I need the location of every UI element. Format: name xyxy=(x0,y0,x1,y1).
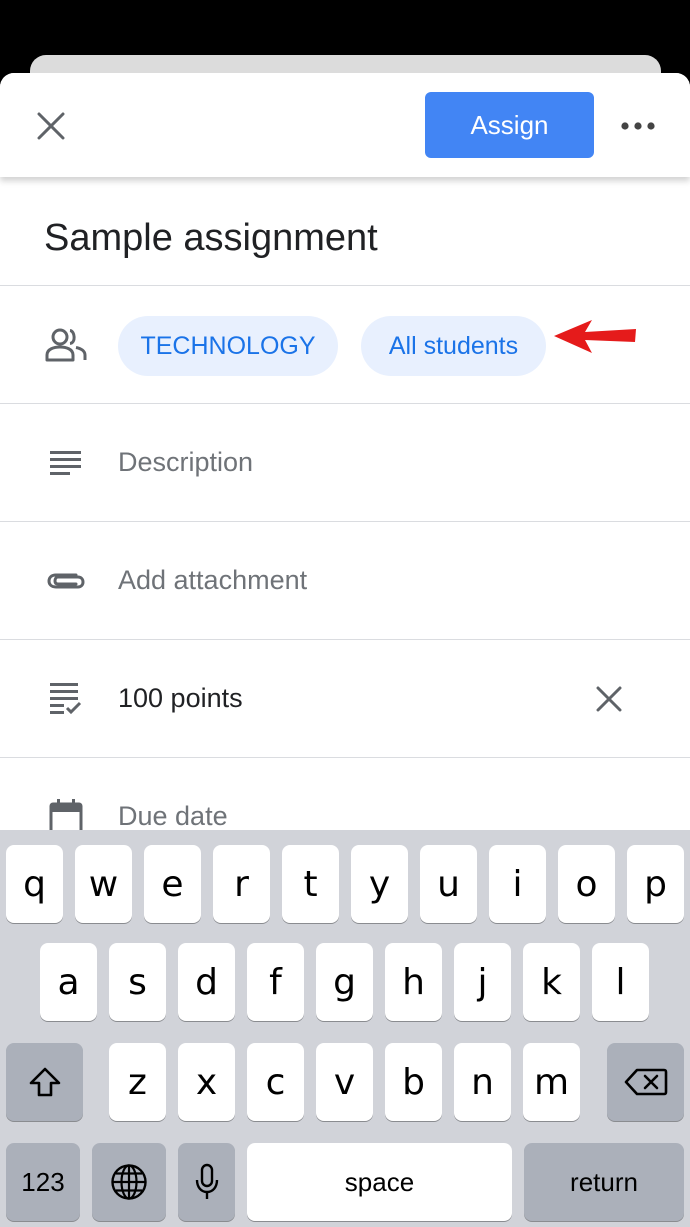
attachment-row[interactable]: Add attachment xyxy=(0,522,690,640)
key-f[interactable]: f xyxy=(247,943,304,1021)
microphone-icon xyxy=(195,1163,218,1199)
close-icon xyxy=(37,112,65,140)
key-o[interactable]: o xyxy=(558,845,615,923)
description-row[interactable]: Description xyxy=(0,404,690,522)
description-icon xyxy=(44,441,88,485)
key-g[interactable]: g xyxy=(316,943,373,1021)
due-date-field: Due date xyxy=(118,801,228,831)
key-t[interactable]: t xyxy=(282,845,339,923)
audience-row: TECHNOLOGY All students xyxy=(0,286,690,404)
key-s[interactable]: s xyxy=(109,943,166,1021)
key-l[interactable]: l xyxy=(592,943,649,1021)
points-row[interactable]: 100 points xyxy=(0,640,690,758)
attachment-icon xyxy=(44,559,88,603)
key-q[interactable]: q xyxy=(6,845,63,923)
more-options-button[interactable] xyxy=(612,105,664,147)
key-z[interactable]: z xyxy=(109,1043,166,1121)
key-e[interactable]: e xyxy=(144,845,201,923)
assignment-title: Sample assignment xyxy=(44,217,378,259)
key-c[interactable]: c xyxy=(247,1043,304,1121)
delete-key[interactable] xyxy=(607,1043,684,1121)
key-y[interactable]: y xyxy=(351,845,408,923)
clear-points-button[interactable] xyxy=(590,680,628,718)
more-icon xyxy=(621,122,655,130)
numbers-key[interactable]: 123 xyxy=(6,1143,80,1221)
key-d[interactable]: d xyxy=(178,943,235,1021)
top-bar: Assign xyxy=(0,73,690,177)
key-w[interactable]: w xyxy=(75,845,132,923)
title-field[interactable]: Sample assignment xyxy=(0,177,690,286)
assign-button[interactable]: Assign xyxy=(425,92,594,158)
key-x[interactable]: x xyxy=(178,1043,235,1121)
globe-icon xyxy=(111,1164,147,1200)
close-icon xyxy=(596,686,622,712)
description-field: Description xyxy=(118,447,254,477)
key-a[interactable]: a xyxy=(40,943,97,1021)
key-r[interactable]: r xyxy=(213,845,270,923)
students-chip[interactable]: All students xyxy=(361,316,546,376)
key-j[interactable]: j xyxy=(454,943,511,1021)
key-i[interactable]: i xyxy=(489,845,546,923)
people-icon xyxy=(44,323,88,367)
attachment-field: Add attachment xyxy=(118,565,308,595)
key-p[interactable]: p xyxy=(627,845,684,923)
key-k[interactable]: k xyxy=(523,943,580,1021)
points-icon xyxy=(44,677,88,721)
points-value: 100 points xyxy=(118,683,243,713)
key-m[interactable]: m xyxy=(523,1043,580,1121)
return-key[interactable]: return xyxy=(524,1143,684,1221)
close-button[interactable] xyxy=(30,105,72,147)
dictation-key[interactable] xyxy=(178,1143,235,1221)
shift-icon xyxy=(29,1067,60,1097)
backspace-icon xyxy=(624,1068,667,1096)
globe-key[interactable] xyxy=(92,1143,166,1221)
key-b[interactable]: b xyxy=(385,1043,442,1121)
keyboard: q w e r t y u i o p a s d f g h j k l z … xyxy=(0,830,690,1227)
space-key[interactable]: space xyxy=(247,1143,512,1221)
key-v[interactable]: v xyxy=(316,1043,373,1121)
shift-key[interactable] xyxy=(6,1043,83,1121)
red-arrow-icon xyxy=(554,320,636,353)
key-u[interactable]: u xyxy=(420,845,477,923)
key-h[interactable]: h xyxy=(385,943,442,1021)
class-chip[interactable]: TECHNOLOGY xyxy=(118,316,338,376)
key-n[interactable]: n xyxy=(454,1043,511,1121)
